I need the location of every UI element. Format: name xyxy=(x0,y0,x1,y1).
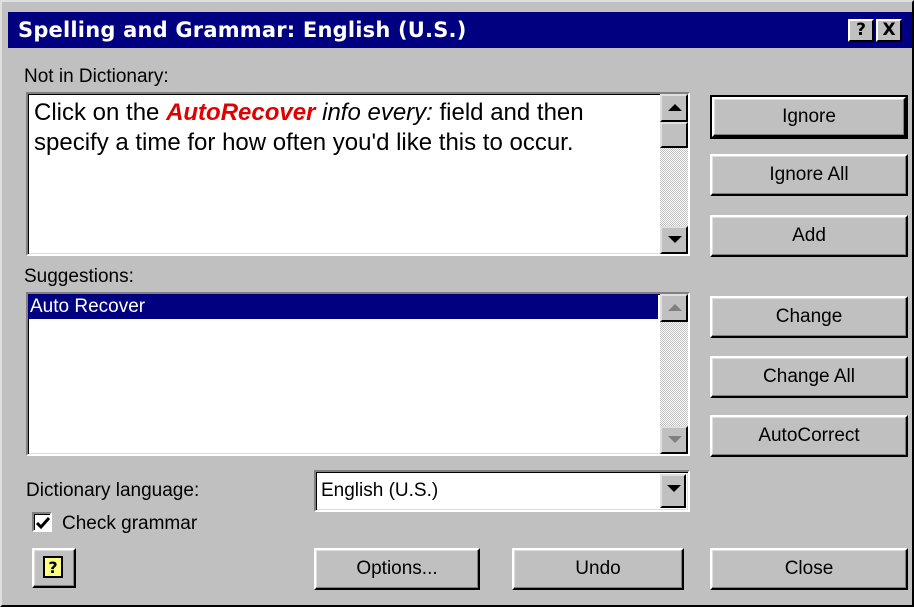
add-button[interactable]: Add xyxy=(710,215,908,257)
change-all-button[interactable]: Change All xyxy=(710,356,908,398)
check-grammar-label[interactable]: Check grammar xyxy=(62,513,197,535)
arrow-up-icon xyxy=(668,104,682,111)
suggestions-scrollbar[interactable] xyxy=(660,294,688,454)
dictionary-language-value: English (U.S.) xyxy=(321,480,439,501)
sentence-text[interactable]: Click on the AutoRecover info every: fie… xyxy=(34,98,644,158)
close-button[interactable]: Close xyxy=(710,548,908,590)
chevron-down-icon xyxy=(667,485,681,492)
suggestion-item[interactable]: Auto Recover xyxy=(28,294,658,319)
change-button[interactable]: Change xyxy=(710,296,908,338)
options-button[interactable]: Options... xyxy=(314,548,480,590)
autocorrect-button[interactable]: AutoCorrect xyxy=(710,415,908,457)
scroll-up-button[interactable] xyxy=(660,94,688,122)
scroll-down-button[interactable] xyxy=(660,226,688,254)
dictionary-language-dropdown-button[interactable] xyxy=(660,474,686,508)
svg-text:?: ? xyxy=(48,558,57,577)
ignore-all-button[interactable]: Ignore All xyxy=(710,154,908,196)
close-window-button[interactable]: X xyxy=(876,19,902,42)
not-in-dictionary-scrollbar[interactable] xyxy=(660,94,688,254)
undo-button[interactable]: Undo xyxy=(512,548,684,590)
suggestions-listbox[interactable]: Auto Recover xyxy=(26,292,690,456)
not-in-dictionary-textbox[interactable]: Click on the AutoRecover info every: fie… xyxy=(26,92,690,256)
arrow-up-icon xyxy=(668,304,682,311)
suggestions-scroll-up-button[interactable] xyxy=(660,294,688,322)
arrow-down-icon xyxy=(668,236,682,243)
spelling-grammar-dialog: Spelling and Grammar: English (U.S.) ? X… xyxy=(0,0,914,607)
suggestions-label: Suggestions: xyxy=(24,266,134,287)
ignore-button[interactable]: Ignore xyxy=(710,95,908,139)
dictionary-language-select[interactable]: English (U.S.) xyxy=(314,470,690,512)
checkmark-icon xyxy=(35,517,51,530)
office-assistant-help-icon: ? xyxy=(43,556,63,578)
dictionary-language-label: Dictionary language: xyxy=(26,480,200,501)
suggestions-scroll-down-button[interactable] xyxy=(660,426,688,454)
office-assistant-button[interactable]: ? xyxy=(32,548,76,588)
sentence-italic: info every: xyxy=(315,99,433,126)
help-button[interactable]: ? xyxy=(848,19,874,42)
title-bar[interactable]: Spelling and Grammar: English (U.S.) ? X xyxy=(8,12,912,48)
flagged-word: AutoRecover xyxy=(166,99,316,126)
scroll-thumb[interactable] xyxy=(660,122,688,148)
not-in-dictionary-label: Not in Dictionary: xyxy=(24,66,169,87)
sentence-before: Click on the xyxy=(34,99,167,126)
check-grammar-checkbox[interactable] xyxy=(32,512,52,532)
arrow-down-icon xyxy=(668,436,682,443)
window-title: Spelling and Grammar: English (U.S.) xyxy=(18,18,467,42)
